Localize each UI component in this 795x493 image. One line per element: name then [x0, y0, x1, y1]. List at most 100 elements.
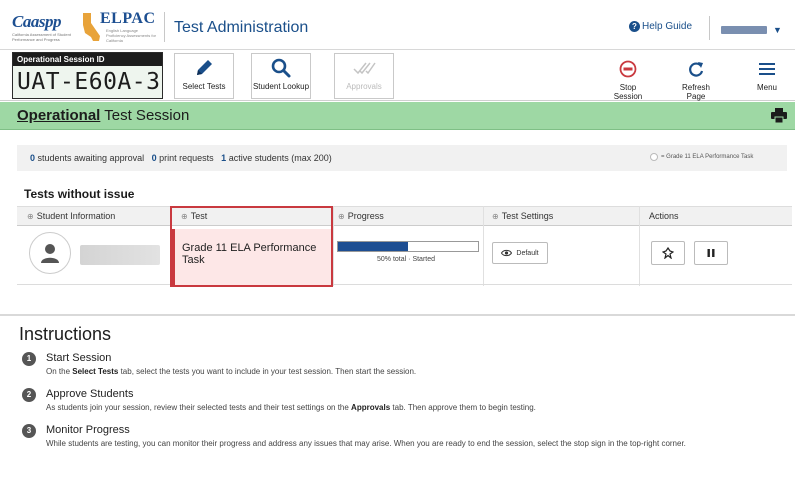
eye-icon	[501, 249, 513, 257]
user-name-redacted	[721, 26, 767, 34]
tests-without-issue-heading: Tests without issue	[24, 187, 135, 201]
pause-button[interactable]	[694, 241, 728, 265]
student-lookup-button[interactable]: Student Lookup	[251, 53, 311, 99]
progress-state: Started	[412, 256, 436, 263]
header-divider	[709, 16, 710, 40]
checkmarks-icon	[353, 62, 376, 75]
legend-text: = Grade 11 ELA Performance Task	[661, 154, 754, 160]
select-tests-label: Select Tests	[182, 82, 226, 91]
user-menu[interactable]: ▼	[721, 25, 782, 35]
sort-icon: ⊕	[492, 211, 499, 221]
section-divider	[0, 314, 795, 316]
chevron-down-icon: ▼	[773, 25, 782, 35]
step-number: 1	[22, 352, 36, 366]
table-header: ⊕ Student Information ⊕ Test ⊕ Progress …	[17, 206, 792, 226]
step-title: Start Session	[46, 352, 112, 364]
test-name: Grade 11 ELA Performance Task	[182, 242, 317, 266]
refresh-page-label: Refresh Page	[681, 83, 710, 101]
test-legend: = Grade 11 ELA Performance Task	[650, 153, 753, 161]
elpac-logo[interactable]: ELPAC English Language Proficiency Asses…	[80, 8, 158, 44]
step-text: On the	[46, 367, 73, 376]
select-tests-tab-ref: Select Tests	[72, 367, 119, 376]
session-stats-bar: 0 students awaiting approval 0 print req…	[17, 145, 787, 171]
progress-bar-fill	[338, 242, 408, 251]
progress-separator: ·	[408, 256, 411, 263]
col-test-settings[interactable]: ⊕ Test Settings	[492, 211, 553, 221]
step-text: tab. Then approve them to begin testing.	[390, 403, 536, 412]
student-name-redacted	[80, 245, 160, 265]
step-title: Monitor Progress	[46, 424, 130, 436]
step-description: While students are testing, you can moni…	[46, 439, 776, 449]
session-id-label: Operational Session ID	[13, 53, 162, 66]
page-title-rest: Test Session	[100, 107, 190, 124]
app-title: Test Administration	[174, 19, 309, 36]
step-text: While students are testing, you can moni…	[46, 439, 686, 448]
col-label: Test Settings	[501, 211, 554, 221]
header-divider	[164, 12, 165, 42]
refresh-page-button[interactable]: Refresh Page	[672, 55, 720, 101]
help-guide-link[interactable]: ? Help Guide	[629, 21, 692, 32]
step-number: 2	[22, 388, 36, 402]
legend-swatch	[650, 153, 658, 161]
help-icon: ?	[629, 21, 640, 32]
progress-bar	[337, 241, 479, 252]
col-label: Student Information	[36, 211, 116, 221]
awaiting-approval-text: students awaiting approval	[35, 153, 145, 163]
session-stats: 0 students awaiting approval 0 print req…	[30, 153, 332, 163]
test-cell-highlight: Grade 11 ELA Performance Task	[170, 206, 333, 287]
select-tests-button[interactable]: Select Tests	[174, 53, 234, 99]
print-requests-text: print requests	[156, 153, 214, 163]
step-number: 3	[22, 424, 36, 438]
progress-total: 50% total	[377, 256, 407, 263]
col-progress[interactable]: ⊕ Progress	[338, 211, 384, 221]
menu-button[interactable]: Menu	[753, 55, 781, 92]
approvals-label: Approvals	[346, 82, 382, 91]
approvals-tab-ref: Approvals	[351, 403, 391, 412]
elpac-logo-text: ELPAC	[100, 10, 156, 27]
col-student-information[interactable]: ⊕ Student Information	[27, 211, 115, 221]
avatar	[29, 232, 71, 274]
student-lookup-label: Student Lookup	[252, 82, 310, 91]
test-settings-label: Default	[516, 249, 539, 257]
session-toolbar: Operational Session ID UAT-E60A-3 Select…	[0, 51, 795, 101]
california-state-icon	[83, 13, 100, 41]
page-title-strong: Operational	[17, 107, 101, 124]
pencil-icon	[197, 60, 212, 75]
col-label: Progress	[347, 211, 384, 221]
app-header: Caaspp California Assessment of Student …	[0, 0, 795, 50]
instructions-heading: Instructions	[19, 324, 112, 344]
caaspp-logo-text: Caaspp	[12, 12, 61, 31]
sort-icon: ⊕	[338, 211, 345, 221]
printer-icon	[771, 108, 787, 124]
step-description: On the Select Tests tab, select the test…	[46, 367, 776, 377]
caaspp-logo-subtitle: California Assessment of Student Perform…	[12, 32, 71, 42]
help-guide-label: Help Guide	[642, 21, 693, 32]
col-label: Actions	[649, 211, 679, 221]
refresh-icon	[689, 62, 704, 77]
magnifier-icon	[271, 58, 291, 78]
pin-button[interactable]	[651, 241, 685, 265]
stop-sign-icon	[619, 60, 637, 78]
step-text: tab, select the tests you want to includ…	[118, 367, 417, 376]
menu-label: Menu	[756, 83, 777, 92]
session-id-box: Operational Session ID UAT-E60A-3	[12, 52, 163, 99]
test-settings-button[interactable]: Default	[492, 242, 548, 264]
sort-icon: ⊕	[27, 211, 34, 221]
approvals-button[interactable]: Approvals	[334, 53, 394, 99]
progress-status: 50% total · Started	[377, 256, 435, 263]
page-title: Operational Test Session	[17, 107, 189, 124]
col-actions: Actions	[649, 211, 679, 221]
session-title-bar: Operational Test Session	[0, 102, 795, 130]
step-text: As students join your session, review th…	[46, 403, 352, 412]
active-students-text: active students (max 200)	[226, 153, 332, 163]
hamburger-icon	[759, 63, 775, 75]
pause-icon	[707, 249, 715, 257]
stop-session-button[interactable]: Stop Session	[605, 55, 651, 101]
step-title: Approve Students	[46, 388, 134, 400]
print-button[interactable]	[771, 108, 787, 126]
step-description: As students join your session, review th…	[46, 403, 776, 413]
pin-icon	[662, 247, 674, 259]
caaspp-logo[interactable]: Caaspp California Assessment of Student …	[12, 12, 78, 44]
person-icon	[41, 244, 59, 263]
elpac-logo-subtitle: English Language Proficiency Assessments…	[106, 28, 157, 43]
